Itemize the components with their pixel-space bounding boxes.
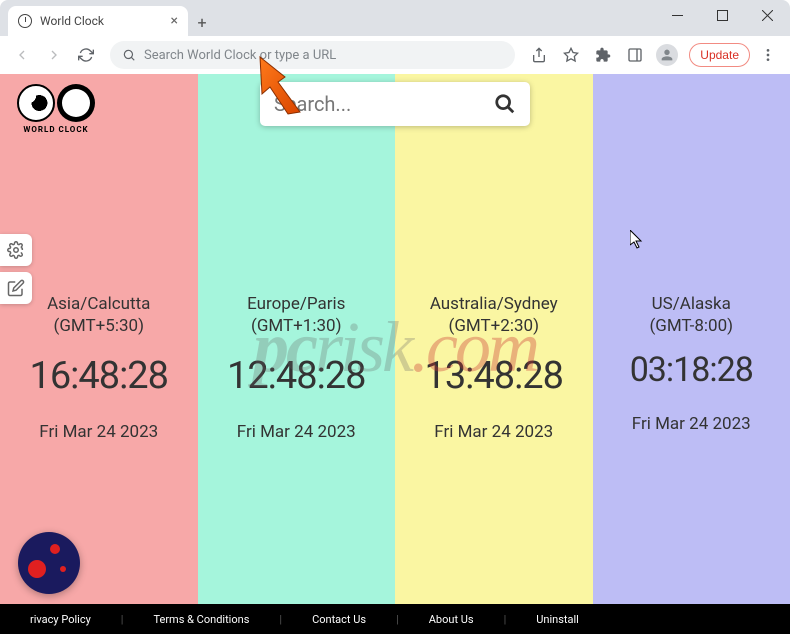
time-display: 12:48:28 xyxy=(227,354,366,398)
bookmark-star-icon[interactable] xyxy=(557,41,585,69)
zone-label: Europe/Paris xyxy=(247,294,345,314)
footer-link-terms[interactable]: Terms & Conditions xyxy=(153,613,249,626)
date-display: Fri Mar 24 2023 xyxy=(434,422,553,442)
close-window-button[interactable] xyxy=(745,0,790,30)
side-tabs xyxy=(0,234,32,304)
page-content: Asia/Calcutta (GMT+5:30) 16:48:28 Fri Ma… xyxy=(0,74,790,604)
annotation-arrow-icon xyxy=(250,52,320,122)
zone-label: Asia/Calcutta xyxy=(47,294,150,314)
gmt-offset: (GMT-8:00) xyxy=(649,316,733,336)
search-icon[interactable] xyxy=(494,93,516,115)
time-display: 16:48:28 xyxy=(29,354,168,398)
clock-icon xyxy=(57,84,95,122)
share-icon[interactable] xyxy=(525,41,553,69)
footer-link-about[interactable]: About Us xyxy=(429,613,474,626)
clock-column-3: US/Alaska (GMT-8:00) 03:18:28 Fri Mar 24… xyxy=(593,74,790,604)
extensions-icon[interactable] xyxy=(589,41,617,69)
menu-icon[interactable] xyxy=(754,41,782,69)
date-display: Fri Mar 24 2023 xyxy=(632,414,751,434)
sidepanel-icon[interactable] xyxy=(621,41,649,69)
minimize-button[interactable] xyxy=(655,0,700,30)
titlebar: World Clock × + xyxy=(0,0,790,36)
settings-side-tab[interactable] xyxy=(0,234,32,266)
taskbar-orb-icon[interactable] xyxy=(18,532,80,594)
clock-column-1: Europe/Paris (GMT+1:30) 12:48:28 Fri Mar… xyxy=(198,74,396,604)
zone-label: US/Alaska xyxy=(652,294,731,314)
new-tab-button[interactable]: + xyxy=(188,8,216,36)
gear-icon xyxy=(7,241,25,259)
maximize-button[interactable] xyxy=(700,0,745,30)
date-display: Fri Mar 24 2023 xyxy=(39,422,158,442)
tab-title: World Clock xyxy=(40,14,104,28)
world-clock-logo: WORLD CLOCK xyxy=(12,84,100,134)
date-display: Fri Mar 24 2023 xyxy=(237,422,356,442)
mouse-cursor-icon xyxy=(630,230,646,250)
footer-link-privacy[interactable]: rivacy Policy xyxy=(30,613,91,626)
update-button[interactable]: Update xyxy=(689,43,750,67)
gmt-offset: (GMT+5:30) xyxy=(54,316,145,336)
gmt-offset: (GMT+1:30) xyxy=(251,316,342,336)
reload-button[interactable] xyxy=(72,41,100,69)
footer-link-uninstall[interactable]: Uninstall xyxy=(536,613,579,626)
back-button[interactable] xyxy=(8,41,36,69)
tab-favicon-clock-icon xyxy=(18,14,32,28)
zone-label: Australia/Sydney xyxy=(430,294,558,314)
search-icon xyxy=(122,48,136,62)
page-footer: rivacy Policy | Terms & Conditions | Con… xyxy=(0,604,790,634)
footer-link-contact[interactable]: Contact Us xyxy=(312,613,366,626)
window-controls xyxy=(655,0,790,36)
omnibox-placeholder: Search World Clock or type a URL xyxy=(144,48,503,63)
browser-toolbar: Search World Clock or type a URL Update xyxy=(0,36,790,74)
profile-avatar[interactable] xyxy=(653,41,681,69)
time-display: 13:48:28 xyxy=(424,354,563,398)
logo-text: WORLD CLOCK xyxy=(23,125,88,134)
edit-icon xyxy=(7,279,25,297)
browser-tab[interactable]: World Clock × xyxy=(8,6,188,36)
globe-icon xyxy=(17,84,55,122)
forward-button[interactable] xyxy=(40,41,68,69)
edit-side-tab[interactable] xyxy=(0,272,32,304)
close-tab-icon[interactable]: × xyxy=(171,14,178,28)
gmt-offset: (GMT+2:30) xyxy=(449,316,540,336)
clock-column-2: Australia/Sydney (GMT+2:30) 13:48:28 Fri… xyxy=(395,74,593,604)
time-display: 03:18:28 xyxy=(630,350,753,390)
clock-column-0: Asia/Calcutta (GMT+5:30) 16:48:28 Fri Ma… xyxy=(0,74,198,604)
